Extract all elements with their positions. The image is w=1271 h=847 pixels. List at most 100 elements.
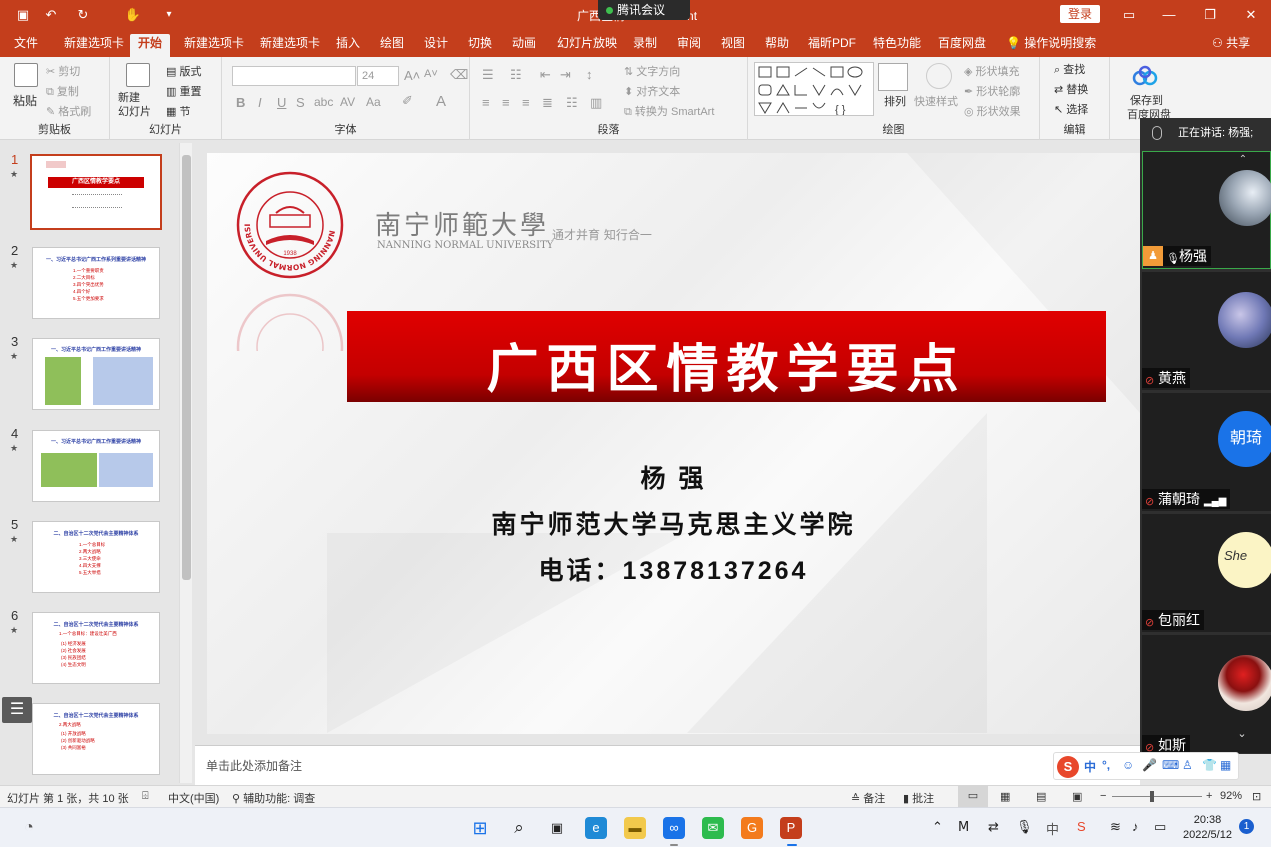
strikethrough-icon[interactable]: abc <box>314 95 333 109</box>
highlight-icon[interactable]: ✐ <box>402 93 413 109</box>
tray-sogou-icon[interactable]: S <box>1077 819 1086 834</box>
tab-draw[interactable]: 绘图 <box>376 34 408 57</box>
decrease-indent-icon[interactable]: ⇤ <box>540 67 551 83</box>
tab-insert[interactable]: 插入 <box>332 34 364 57</box>
emoji-icon[interactable]: ☺ <box>1122 758 1134 772</box>
columns-icon[interactable]: ▥ <box>590 95 602 111</box>
zoom-slider[interactable] <box>1112 796 1202 797</box>
shrink-font-icon[interactable]: A˅ <box>424 68 438 80</box>
start-icon[interactable]: ⊞ <box>469 817 491 839</box>
tab-view[interactable]: 视图 <box>717 34 749 57</box>
justify-icon[interactable]: ≣ <box>542 95 553 111</box>
zoom-in-icon[interactable]: + <box>1206 790 1212 802</box>
customize-quick-access-icon[interactable]: ▾ <box>160 6 178 24</box>
battery-icon[interactable]: ▭ <box>1154 819 1166 835</box>
clear-format-icon[interactable]: ⌫ <box>450 67 468 83</box>
task-view-icon[interactable]: ▣ <box>546 817 568 839</box>
scrollbar-thumb[interactable] <box>182 155 191 580</box>
font-color-icon[interactable]: A <box>436 93 446 110</box>
ime-lang[interactable]: 中 <box>1084 758 1096 775</box>
list-icon[interactable]: ☰ <box>2 697 32 723</box>
align-left-icon[interactable]: ≡ <box>482 95 490 110</box>
title-banner[interactable]: 广西区情教学要点 <box>347 311 1106 402</box>
smartart-button[interactable]: ⧉ 转换为 SmartArt <box>624 103 714 119</box>
grow-font-icon[interactable]: A˄ <box>404 68 420 83</box>
numbering-icon[interactable]: ☷ <box>510 67 522 83</box>
minimize-icon[interactable]: — <box>1160 6 1178 24</box>
shape-fill-button[interactable]: ◈ 形状填充 <box>964 63 1020 79</box>
align-center-icon[interactable]: ≡ <box>502 95 510 110</box>
arrange-icon[interactable] <box>878 63 908 91</box>
touch-mode-icon[interactable]: ✋ <box>124 6 142 24</box>
bold-icon[interactable]: B <box>236 95 245 110</box>
current-slide[interactable]: NANNING NORMAL UNIVERSITY 1938 南宁师範大學 NA… <box>207 153 1140 734</box>
tab-new-1[interactable]: 新建选项卡 <box>60 34 128 57</box>
slide-thumbnail-4[interactable]: 一、习近平总书记广西工作重要讲话精神 <box>32 430 160 502</box>
taskbar-ime-indicator[interactable]: 中 <box>1046 819 1059 838</box>
baidu-cloud-icon[interactable] <box>1132 65 1158 87</box>
participant-tile[interactable]: ⌃ ♟ 🎙 杨强 <box>1142 151 1271 269</box>
ribbon-display-icon[interactable]: ▭ <box>1120 6 1138 24</box>
close-icon[interactable]: ✕ <box>1242 6 1260 24</box>
redo-icon[interactable]: ↻ <box>74 6 92 24</box>
tray-mic-icon[interactable]: 🎙 <box>1016 819 1033 835</box>
layout-button[interactable]: ▤ 版式 <box>166 63 201 79</box>
toolbox-icon[interactable]: ▦ <box>1220 758 1231 772</box>
tab-new-2[interactable]: 新建选项卡 <box>180 34 248 57</box>
notes-button[interactable]: ≙ 备注 <box>851 790 885 806</box>
zoom-slider-knob[interactable] <box>1150 791 1154 802</box>
powerpoint-icon[interactable]: P <box>780 817 802 839</box>
chevron-down-icon[interactable]: ⌄ <box>1217 727 1267 741</box>
language-indicator[interactable]: 中文(中国) <box>168 790 219 806</box>
slide-thumbnail-6[interactable]: 二、自治区十二次党代会主要精神体系 1.一个总目标：建设壮美广西 (1) 经济发… <box>32 612 160 684</box>
copy-button[interactable]: ⧉ 复制 <box>46 83 79 99</box>
align-right-icon[interactable]: ≡ <box>522 95 530 110</box>
distributed-icon[interactable]: ☷ <box>566 95 578 111</box>
font-name-box[interactable] <box>232 66 356 86</box>
quick-styles-icon[interactable] <box>926 63 952 89</box>
increase-indent-icon[interactable]: ⇥ <box>560 67 571 83</box>
tray-sync-icon[interactable]: ⇄ <box>988 819 999 835</box>
tab-slideshow[interactable]: 幻灯片放映 <box>553 34 621 57</box>
tencent-meeting-icon[interactable]: ∞ <box>663 817 685 839</box>
meeting-indicator[interactable]: 腾讯会议 <box>598 0 690 20</box>
slide-thumbnail-1[interactable]: 广西区情教学要点 <box>30 154 162 230</box>
keyboard-icon[interactable]: ⌨ <box>1162 758 1179 772</box>
select-button[interactable]: ↖ 选择 <box>1054 101 1088 117</box>
tab-new-3[interactable]: 新建选项卡 <box>256 34 324 57</box>
char-spacing-icon[interactable]: AV <box>340 95 355 109</box>
bullets-icon[interactable]: ☰ <box>482 67 494 83</box>
font-size-box[interactable]: 24 <box>357 66 399 86</box>
slide-thumbnail-5[interactable]: 二、自治区十二次党代会主要精神体系 1.一个总目标 2.两大战略 3.三大使命 … <box>32 521 160 593</box>
notification-badge[interactable]: 1 <box>1239 819 1254 834</box>
shape-effects-button[interactable]: ◎ 形状效果 <box>964 103 1021 119</box>
slide-phone[interactable]: 电话：13878137264 <box>207 551 1140 587</box>
clock[interactable]: 20:38 2022/5/12 <box>1183 813 1232 843</box>
user-icon[interactable]: ♙ <box>1182 758 1193 772</box>
wechat-icon[interactable]: ✉ <box>702 817 724 839</box>
shadow-icon[interactable]: S <box>296 95 305 110</box>
replace-button[interactable]: ⇄ 替换 <box>1054 81 1088 97</box>
tray-chevron-icon[interactable]: ⌃ <box>932 819 943 835</box>
volume-icon[interactable]: ♪ <box>1132 819 1139 834</box>
tray-app-icon[interactable]: Ⅿ <box>958 819 969 835</box>
format-painter-button[interactable]: ✎ 格式刷 <box>46 103 91 119</box>
tab-transitions[interactable]: 切换 <box>464 34 496 57</box>
reset-button[interactable]: ▥ 重置 <box>166 83 201 99</box>
tab-file[interactable]: 文件 <box>10 34 42 57</box>
text-direction-button[interactable]: ⇅ 文字方向 <box>624 63 680 79</box>
sogou-app-icon[interactable]: G <box>741 817 763 839</box>
section-button[interactable]: ▦ 节 <box>166 103 190 119</box>
tab-foxit-pdf[interactable]: 福昕PDF <box>804 34 860 57</box>
comments-button[interactable]: ▮ 批注 <box>903 790 934 806</box>
zoom-out-icon[interactable]: − <box>1100 790 1106 802</box>
share-button[interactable]: ⚇ 共享 <box>1212 34 1250 51</box>
notes-pane[interactable]: 单击此处添加备注 <box>195 745 1140 785</box>
undo-icon[interactable]: ↶ <box>42 6 60 24</box>
tab-record[interactable]: 录制 <box>629 34 661 57</box>
find-button[interactable]: ⌕ 查找 <box>1054 61 1085 77</box>
fit-slide-icon[interactable]: ⊡ <box>1252 790 1261 803</box>
slide-thumbnail-7[interactable]: 二、自治区十二次党代会主要精神体系 2.两大战略 (1) 开放战略 (2) 创新… <box>32 703 160 775</box>
arrange-button[interactable]: 排列 <box>884 93 906 109</box>
slide-thumbnail-3[interactable]: 一、习近平总书记广西工作重要讲话精神 <box>32 338 160 410</box>
